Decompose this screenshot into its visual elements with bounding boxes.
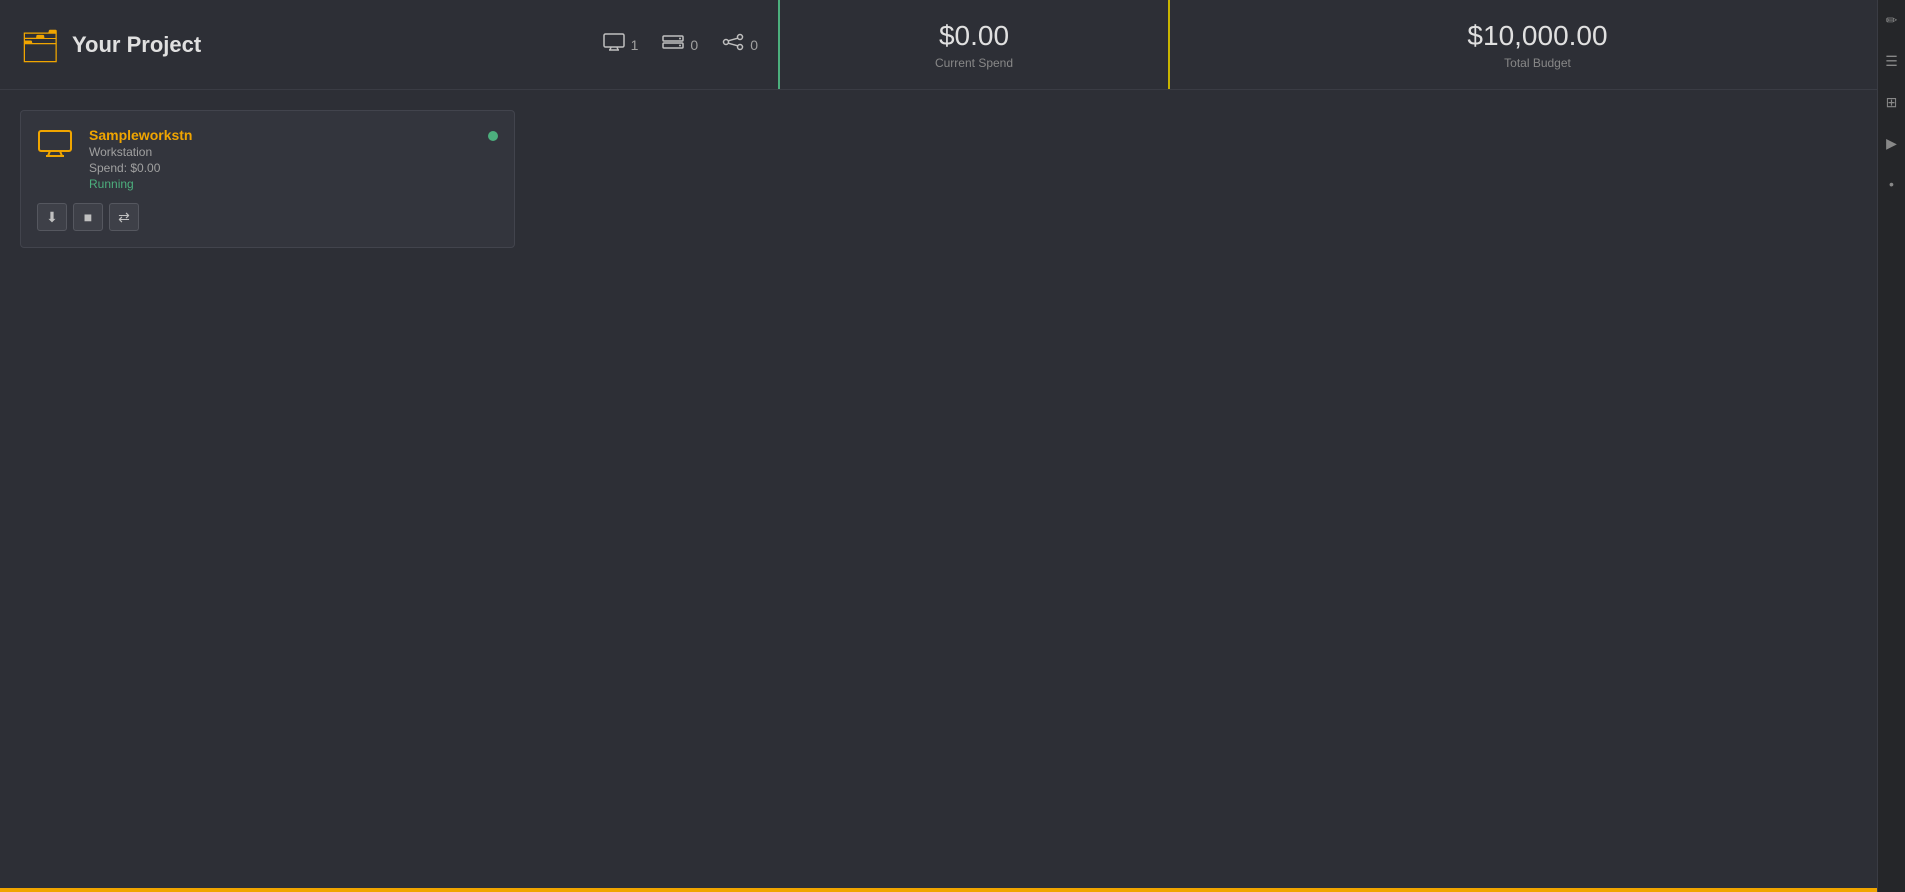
- resource-badges: 1 0: [603, 33, 758, 56]
- stop-icon: ■: [84, 209, 92, 225]
- grid-icon[interactable]: ⊞: [1882, 90, 1902, 115]
- workstation-spend: Spend: $0.00: [89, 161, 472, 175]
- total-budget-label: Total Budget: [1504, 56, 1571, 70]
- card-actions: ⬇ ■ ⇄: [37, 203, 498, 231]
- right-sidebar: ✏ ☰ ⊞ ▶ •: [1877, 0, 1905, 892]
- project-title: Your Project: [72, 32, 587, 58]
- download-button[interactable]: ⬇: [37, 203, 67, 231]
- stop-button[interactable]: ■: [73, 203, 103, 231]
- spend-section: $0.00 Current Spend: [780, 0, 1170, 89]
- dot-icon: •: [1885, 172, 1898, 196]
- workstation-name: Sampleworkstn: [89, 127, 472, 143]
- bottom-bar: [0, 888, 1877, 892]
- top-bar: 🗂 Your Project 1: [0, 0, 1905, 90]
- workstation-badge: 1: [603, 33, 639, 56]
- current-spend-amount: $0.00: [939, 20, 1009, 52]
- storage-icon: [662, 33, 684, 56]
- card-info: Sampleworkstn Workstation Spend: $0.00 R…: [89, 127, 472, 191]
- folder-icon: 🗂: [20, 30, 56, 60]
- share-badge: 0: [722, 33, 758, 56]
- status-dot: [488, 131, 498, 141]
- card-header: Sampleworkstn Workstation Spend: $0.00 R…: [37, 127, 498, 191]
- list-icon[interactable]: ☰: [1881, 49, 1902, 74]
- workstation-count: 1: [631, 37, 639, 53]
- reconnect-icon: ⇄: [118, 209, 130, 226]
- share-icon: [722, 33, 744, 56]
- workstation-card-icon: [37, 129, 73, 166]
- share-count: 0: [750, 37, 758, 53]
- storage-count: 0: [690, 37, 698, 53]
- project-section: 🗂 Your Project 1: [0, 0, 780, 89]
- download-icon: ⬇: [46, 209, 58, 226]
- workstation-type: Workstation: [89, 145, 472, 159]
- workstation-card: Sampleworkstn Workstation Spend: $0.00 R…: [20, 110, 515, 248]
- monitor-icon: [603, 33, 625, 56]
- main-content: Sampleworkstn Workstation Spend: $0.00 R…: [0, 90, 1905, 892]
- map-icon[interactable]: ▶: [1882, 131, 1901, 156]
- current-spend-label: Current Spend: [935, 56, 1013, 70]
- workstation-status: Running: [89, 177, 472, 191]
- storage-badge: 0: [662, 33, 698, 56]
- reconnect-button[interactable]: ⇄: [109, 203, 139, 231]
- budget-section: $10,000.00 Total Budget: [1170, 0, 1905, 89]
- edit-icon[interactable]: ✏: [1882, 8, 1902, 33]
- total-budget-amount: $10,000.00: [1467, 20, 1607, 52]
